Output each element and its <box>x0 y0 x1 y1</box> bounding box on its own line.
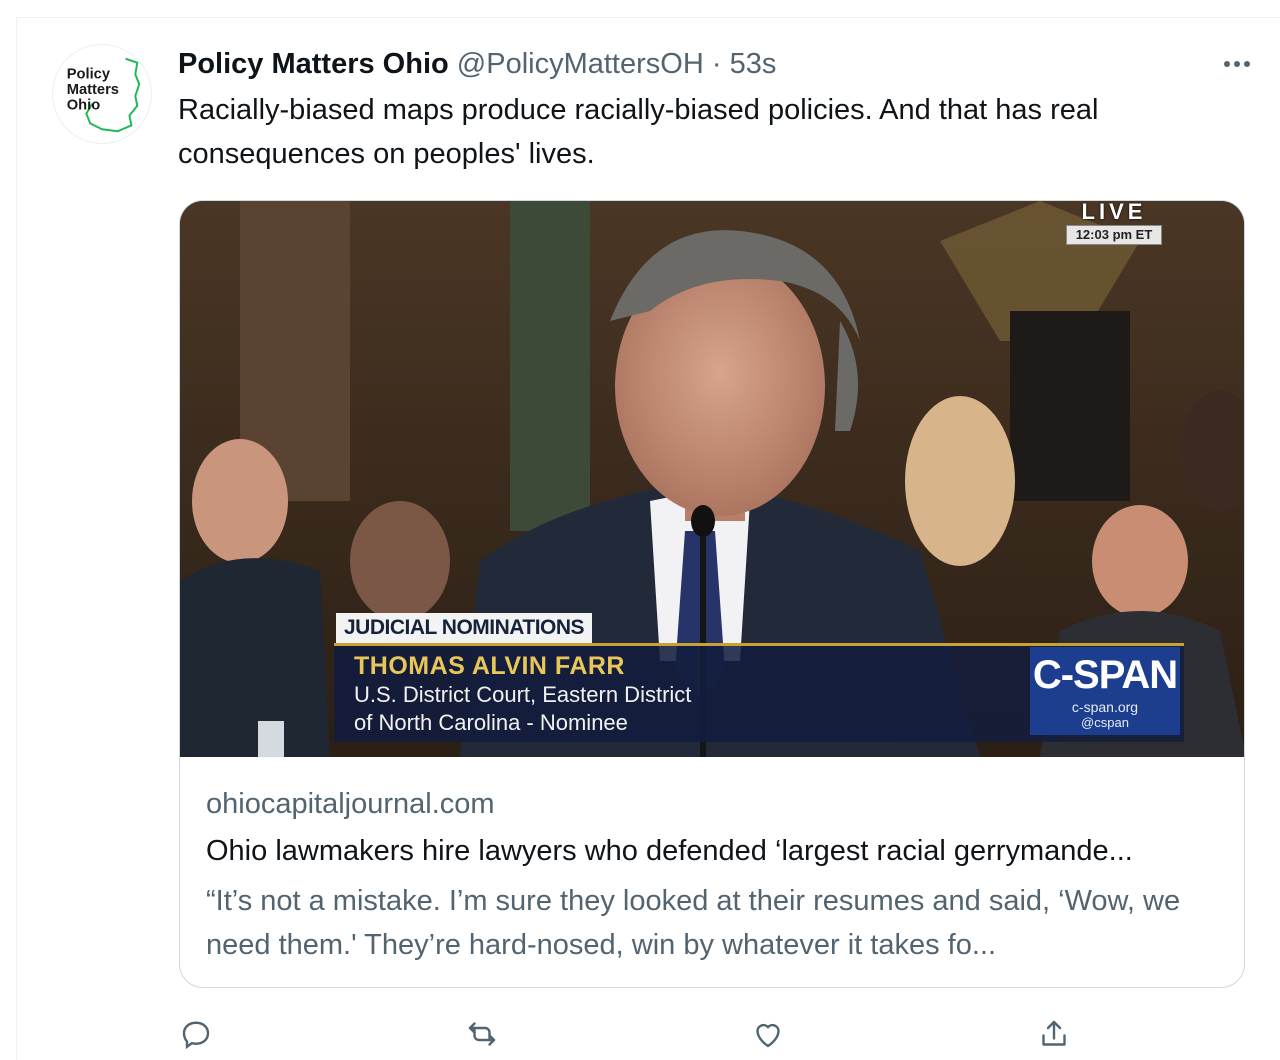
like-icon[interactable] <box>750 1016 790 1056</box>
live-time: 12:03 pm ET <box>1066 225 1162 245</box>
card-title: Ohio lawmakers hire lawyers who defended… <box>206 835 1133 867</box>
author-name[interactable]: Policy Matters Ohio <box>178 48 449 80</box>
more-options-icon[interactable] <box>1222 54 1260 74</box>
tweet-header: Policy Matters Ohio @PolicyMattersOH · 5… <box>178 44 1240 84</box>
tweet-text: Racially-biased maps produce racially-bi… <box>178 94 1099 170</box>
timestamp[interactable]: 53s <box>730 48 777 80</box>
chyron-name: THOMAS ALVIN FARR <box>354 652 625 680</box>
logo-line1: Policy <box>67 66 111 82</box>
reply-icon[interactable] <box>178 1016 218 1056</box>
cspan-site: c-span.org <box>1071 699 1139 715</box>
retweet-icon[interactable] <box>464 1016 504 1056</box>
tweet[interactable]: Policy Matters Ohio Policy Matters Ohio … <box>16 18 1280 1060</box>
cspan-logo-box: C-SPAN c-span.org @cspan <box>1030 647 1180 735</box>
cspan-handle: @cspan <box>1081 715 1129 730</box>
card-description: “It’s not a mistake. I’m sure they looke… <box>206 885 1181 961</box>
chyron-line3: of North Carolina - Nominee <box>354 710 628 735</box>
author-handle[interactable]: @PolicyMattersOH <box>457 48 704 80</box>
chyron-line2: U.S. District Court, Eastern District <box>354 682 692 707</box>
link-card[interactable]: LIVE 12:03 pm ET JUDICIAL NOMINATIONS TH… <box>179 200 1245 988</box>
live-badge: LIVE 12:03 pm ET <box>1066 201 1162 245</box>
action-bar <box>178 1016 1078 1056</box>
logo-line3: Ohio <box>67 98 100 114</box>
separator-dot: · <box>711 48 722 80</box>
share-icon[interactable] <box>1036 1016 1076 1056</box>
live-label: LIVE <box>1081 201 1147 224</box>
policy-matters-ohio-logo: Policy Matters Ohio <box>67 57 141 133</box>
card-image[interactable]: LIVE 12:03 pm ET JUDICIAL NOMINATIONS TH… <box>180 201 1244 757</box>
chyron-label: JUDICIAL NOMINATIONS <box>336 613 593 643</box>
cspan-logo: C-SPAN <box>1032 653 1178 697</box>
card-domain: ohiocapitaljournal.com <box>206 788 495 820</box>
avatar[interactable]: Policy Matters Ohio <box>52 44 152 144</box>
logo-line2: Matters <box>67 82 119 98</box>
